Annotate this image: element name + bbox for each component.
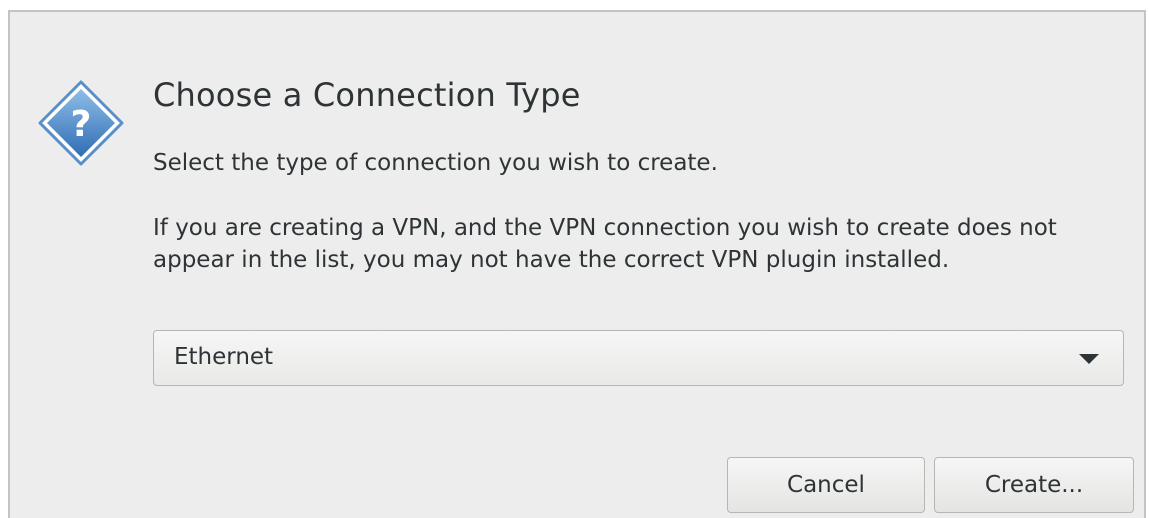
connection-type-value: Ethernet [174, 344, 274, 370]
vpn-plugin-note: If you are creating a VPN, and the VPN c… [153, 215, 1057, 273]
connection-type-select[interactable]: Ethernet [153, 330, 1124, 386]
dropdown-arrow-icon [1079, 354, 1099, 364]
svg-text:?: ? [71, 104, 92, 145]
dialog-subtitle: Select the type of connection you wish t… [153, 150, 718, 176]
dialog-title: Choose a Connection Type [153, 76, 581, 114]
create-button[interactable]: Create... [934, 457, 1134, 513]
connection-type-dialog: ? Choose a Connection Type Select the ty… [8, 10, 1146, 518]
question-icon: ? [36, 78, 126, 168]
cancel-button[interactable]: Cancel [727, 457, 925, 513]
